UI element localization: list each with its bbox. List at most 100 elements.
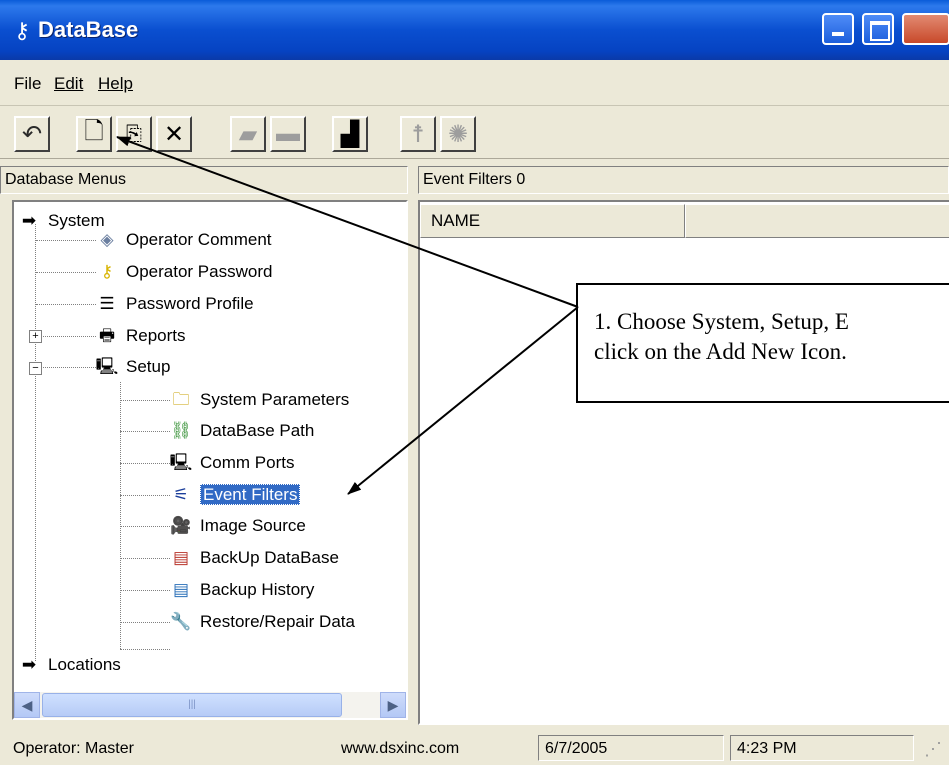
status-time: 4:23 PM bbox=[730, 735, 914, 761]
title-bar: ⚷ DataBase bbox=[0, 0, 949, 60]
column-header-blank[interactable] bbox=[685, 204, 949, 238]
expand-reports-toggle[interactable]: + bbox=[29, 330, 42, 343]
copy-icon[interactable]: ⎘ bbox=[116, 116, 152, 152]
tree-item-password-profile[interactable]: ☰ Password Profile bbox=[94, 291, 254, 317]
folder-parameters-icon: 🗀 bbox=[172, 390, 190, 409]
tree-item-locations[interactable]: ➡ Locations bbox=[16, 652, 121, 678]
scroll-right-icon[interactable]: ▶ bbox=[380, 692, 406, 718]
arrow-right-icon: ➡ bbox=[21, 655, 37, 674]
collapse-setup-toggle[interactable]: − bbox=[29, 362, 42, 375]
window-title: DataBase bbox=[38, 17, 139, 42]
tree-item-backup-database[interactable]: ▤ BackUp DataBase bbox=[168, 545, 339, 571]
website-label: www.dsxinc.com bbox=[341, 740, 460, 757]
tree-connector bbox=[120, 463, 170, 464]
tree-item-system[interactable]: ➡ System bbox=[16, 208, 105, 234]
tree-item-label: BackUp DataBase bbox=[200, 548, 339, 567]
new-document-icon[interactable]: 🗋 bbox=[76, 116, 112, 152]
tree-item-backup-history[interactable]: ▤ Backup History bbox=[168, 577, 314, 603]
event-filters-list[interactable]: NAME bbox=[418, 200, 949, 725]
group-icon[interactable]: ✺ bbox=[440, 116, 476, 152]
backup-icon: ▤ bbox=[172, 548, 190, 567]
tree-connector bbox=[120, 590, 170, 591]
key-icon: ⚷ bbox=[100, 262, 114, 281]
database-menus-header: Database Menus bbox=[0, 166, 408, 194]
tree-connector bbox=[120, 622, 170, 623]
tree-item-image-source[interactable]: 🎥 Image Source bbox=[168, 513, 306, 539]
scroll-thumb[interactable]: ||| bbox=[42, 693, 342, 717]
tree-item-label: Event Filters bbox=[200, 484, 301, 505]
tree-item-event-filters[interactable]: ⚟ Event Filters bbox=[168, 482, 301, 508]
maximize-button[interactable] bbox=[862, 13, 894, 45]
tree-horizontal-scrollbar[interactable]: ◀ ||| ▶ bbox=[14, 692, 406, 718]
scroll-left-icon[interactable]: ◀ bbox=[14, 692, 40, 718]
comm-port-icon: 🖳 bbox=[169, 453, 193, 472]
arrow-right-icon: ➡ bbox=[21, 211, 37, 230]
tree-connector bbox=[120, 558, 170, 559]
tree-connector bbox=[35, 224, 36, 661]
status-date: 6/7/2005 bbox=[538, 735, 724, 761]
tree-item-label: Reports bbox=[126, 326, 186, 345]
tree-item-operator-password[interactable]: ⚷ Operator Password bbox=[94, 259, 273, 285]
tree-connector bbox=[120, 431, 170, 432]
minimize-button[interactable] bbox=[822, 13, 854, 45]
instruction-callout: 1. Choose System, Setup, E click on the … bbox=[576, 283, 949, 403]
wrench-icon: 🔧 bbox=[170, 612, 192, 631]
status-operator: Operator: Master www.dsxinc.com bbox=[6, 735, 526, 761]
link-icon[interactable]: ▬ bbox=[270, 116, 306, 152]
tree-item-label: Setup bbox=[126, 357, 171, 376]
report-printer-icon: 🖶 bbox=[98, 326, 116, 345]
tree-item-system-parameters[interactable]: 🗀 System Parameters bbox=[168, 387, 350, 413]
tree-connector bbox=[120, 649, 170, 650]
operator-label: Operator: Master bbox=[13, 740, 134, 757]
camera-icon: 🎥 bbox=[170, 516, 192, 535]
tree-item-label: System Parameters bbox=[200, 390, 350, 409]
database-menu-tree[interactable]: ➡ System ◈ Operator Comment ⚷ Operator Pass… bbox=[12, 200, 408, 720]
close-button[interactable] bbox=[902, 13, 949, 45]
tree-item-database-path[interactable]: ⛓ DataBase Path bbox=[168, 418, 314, 444]
tree-connector bbox=[120, 526, 170, 527]
tree-connector bbox=[120, 495, 170, 496]
callout-line-1: 1. Choose System, Setup, E bbox=[594, 309, 849, 334]
tree-item-label: Password Profile bbox=[126, 294, 254, 313]
tree-connector bbox=[36, 336, 96, 337]
tree-item-operator-comment[interactable]: ◈ Operator Comment bbox=[94, 227, 272, 253]
menu-help[interactable]: Help bbox=[98, 74, 133, 94]
network-path-icon: ⛓ bbox=[170, 421, 192, 440]
chart-icon[interactable]: ▟ bbox=[332, 116, 368, 152]
tree-item-label: Operator Password bbox=[126, 262, 273, 281]
key-app-icon: ⚷ bbox=[14, 18, 31, 43]
tree-item-label: Image Source bbox=[200, 516, 306, 535]
person-icon[interactable]: ☨ bbox=[400, 116, 436, 152]
comment-diamond-icon: ◈ bbox=[100, 230, 114, 249]
profile-stack-icon: ☰ bbox=[99, 294, 115, 313]
tree-item-label: Locations bbox=[48, 655, 121, 674]
callout-line-2: click on the Add New Icon. bbox=[594, 339, 847, 364]
column-header-name[interactable]: NAME bbox=[420, 204, 685, 238]
resize-grip-icon[interactable]: ⋰ bbox=[924, 739, 942, 760]
menu-bar: File Edit Help bbox=[0, 60, 949, 106]
print-icon[interactable]: ▰ bbox=[230, 116, 266, 152]
status-bar: Operator: Master www.dsxinc.com 6/7/2005… bbox=[0, 731, 949, 765]
toolbar: ↶ 🗋 ⎘ ✕ ▰ ▬ ▟ ☨ ✺ bbox=[0, 106, 949, 159]
tree-connector bbox=[120, 382, 121, 649]
menu-edit[interactable]: Edit bbox=[54, 74, 83, 94]
tree-item-label: Comm Ports bbox=[200, 453, 295, 472]
undo-icon[interactable]: ↶ bbox=[14, 116, 50, 152]
menu-file[interactable]: File bbox=[14, 74, 41, 94]
tree-item-restore-repair[interactable]: 🔧 Restore/Repair Data bbox=[168, 609, 355, 635]
tree-connector bbox=[36, 272, 96, 273]
event-filters-header: Event Filters 0 bbox=[418, 166, 949, 194]
tree-item-reports[interactable]: 🖶 Reports bbox=[94, 323, 186, 349]
tree-connector bbox=[36, 240, 96, 241]
tree-item-label: Operator Comment bbox=[126, 230, 272, 249]
tree-item-label: Backup History bbox=[200, 580, 315, 599]
backup-history-icon: ▤ bbox=[172, 580, 190, 599]
event-filter-icon: ⚟ bbox=[173, 485, 189, 504]
tree-item-comm-ports[interactable]: 🖳 Comm Ports bbox=[168, 450, 295, 476]
tree-item-setup[interactable]: 🖳 Setup bbox=[94, 354, 171, 380]
tree-connector bbox=[36, 304, 96, 305]
tree-connector bbox=[120, 400, 170, 401]
tree-item-label: DataBase Path bbox=[200, 421, 315, 440]
tree-item-label: Restore/Repair Data bbox=[200, 612, 355, 631]
delete-icon[interactable]: ✕ bbox=[156, 116, 192, 152]
